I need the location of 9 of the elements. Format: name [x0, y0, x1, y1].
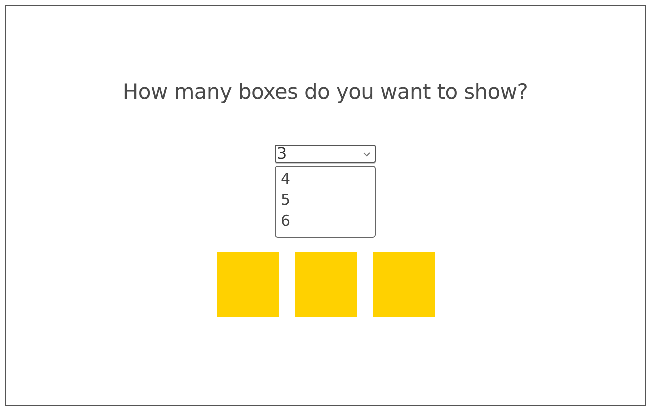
- dropdown-option[interactable]: 5: [281, 190, 370, 211]
- chevron-icon: [363, 152, 371, 156]
- box: [372, 252, 434, 317]
- dropdown-option[interactable]: 6: [281, 211, 370, 232]
- box: [294, 252, 356, 317]
- number-dropdown[interactable]: 3: [275, 145, 376, 163]
- box: [216, 252, 278, 317]
- question-heading: How many boxes do you want to show?: [122, 79, 528, 106]
- dropdown-option[interactable]: 4: [281, 169, 370, 190]
